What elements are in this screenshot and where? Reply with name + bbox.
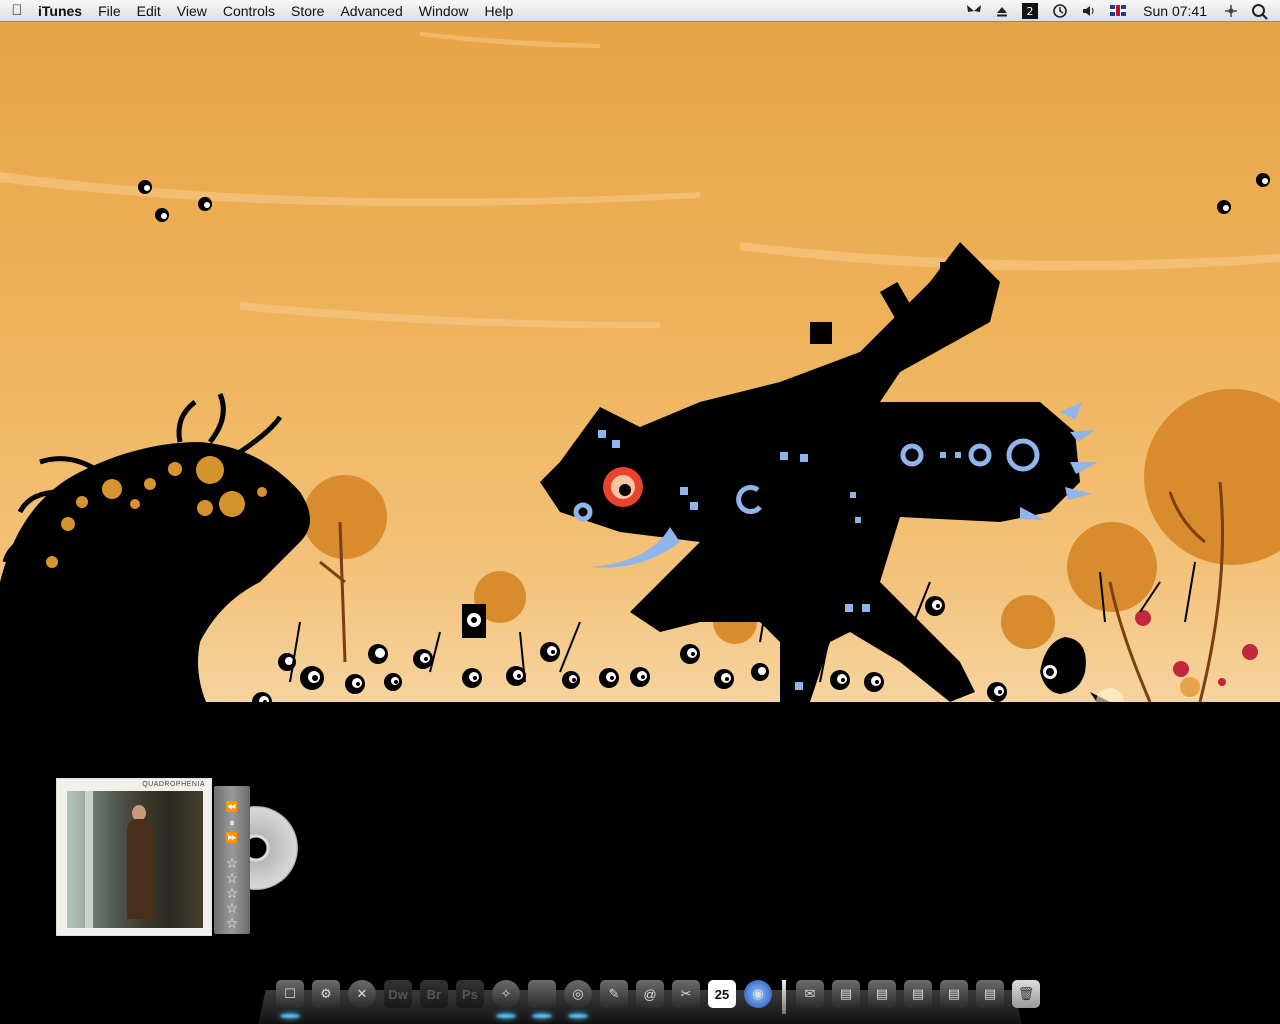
dock-speaker-icon[interactable]: ◎ [560, 976, 596, 1012]
dock-applications-folder-icon[interactable]: ▤ [828, 976, 864, 1012]
dock-utility-icon[interactable]: ✂ [668, 976, 704, 1012]
dock-script-editor-icon[interactable]: ✎ [596, 976, 632, 1012]
menu-bar:  iTunes File Edit View Controls Store A… [0, 0, 1280, 22]
album-artwork[interactable]: QUADROPHENIA [56, 778, 212, 936]
album-title: QUADROPHENIA [142, 781, 205, 788]
menu-help[interactable]: Help [477, 0, 522, 22]
menu-window[interactable]: Window [411, 0, 477, 22]
rating-star-3[interactable]: ☆ [214, 886, 250, 901]
time-machine-icon[interactable] [1045, 0, 1075, 22]
dock-network-globe-icon[interactable]: ◉ [740, 976, 776, 1012]
dock: ☐ ⚙ ✕ Dw Br Ps ✧ ◎ ✎ @ ✂ 25 ◉ ✉ ▤ ▤ ▤ ▤ … [272, 976, 1044, 1020]
volume-icon[interactable] [1075, 0, 1103, 22]
menu-store[interactable]: Store [283, 0, 332, 22]
dock-home-folder-icon[interactable]: ▤ [972, 976, 1008, 1012]
menu-edit[interactable]: Edit [129, 0, 169, 22]
spaces-icon[interactable]: 2 [1015, 0, 1045, 22]
dock-bridge-icon[interactable]: Br [416, 976, 452, 1012]
pause-button[interactable]: ⏸ [214, 818, 250, 830]
rating-star-4[interactable]: ☆ [214, 901, 250, 916]
network-icon[interactable] [1217, 0, 1245, 22]
spotlight-icon[interactable] [1245, 0, 1272, 22]
dock-safari-icon[interactable]: ✧ [488, 976, 524, 1012]
dock-utilities-folder-icon[interactable]: ▤ [900, 976, 936, 1012]
menu-file[interactable]: File [90, 0, 129, 22]
menu-controls[interactable]: Controls [215, 0, 283, 22]
apple-logo-icon[interactable]:  [0, 2, 34, 19]
dock-dreamweaver-icon[interactable]: Dw [380, 976, 416, 1012]
clock[interactable]: Sun 07:41 [1133, 0, 1217, 22]
dock-documents-folder-icon[interactable]: ▤ [864, 976, 900, 1012]
uk-flag-icon[interactable] [1103, 0, 1133, 22]
dock-separator [782, 980, 786, 1014]
dock-mail-stack-icon[interactable]: ✉ [792, 976, 828, 1012]
butterfly-icon[interactable] [959, 0, 989, 22]
playback-controls: ⏪ ⏸ ⏩ ☆ ☆ ☆ ☆ ☆ [214, 786, 250, 934]
menu-advanced[interactable]: Advanced [332, 0, 410, 22]
rating-star-2[interactable]: ☆ [214, 871, 250, 886]
dock-mac-os-x-icon[interactable]: ✕ [344, 976, 380, 1012]
dock-photoshop-icon[interactable]: Ps [452, 976, 488, 1012]
menu-itunes[interactable]: iTunes [34, 0, 90, 22]
dock-mail-icon[interactable]: @ [632, 976, 668, 1012]
dock-system-preferences-icon[interactable]: ⚙ [308, 976, 344, 1012]
dock-finder-icon[interactable]: ☐ [272, 976, 308, 1012]
dock-apple-store-icon[interactable] [524, 976, 560, 1012]
dock-trash-icon[interactable]: 🗑 [1008, 976, 1044, 1012]
menu-view[interactable]: View [169, 0, 215, 22]
svg-text:2: 2 [1027, 5, 1034, 18]
eject-icon[interactable] [989, 0, 1015, 22]
dock-downloads-folder-icon[interactable]: ▤ [936, 976, 972, 1012]
itunes-widget: QUADROPHENIA ⏪ ⏸ ⏩ ☆ ☆ ☆ ☆ ☆ [56, 778, 328, 940]
rating-star-5[interactable]: ☆ [214, 916, 250, 931]
next-track-button[interactable]: ⏩ [214, 833, 250, 845]
album-photo [67, 791, 203, 928]
rating-star-1[interactable]: ☆ [214, 856, 250, 871]
previous-track-button[interactable]: ⏪ [214, 802, 250, 814]
dock-ical-icon[interactable]: 25 [704, 976, 740, 1012]
